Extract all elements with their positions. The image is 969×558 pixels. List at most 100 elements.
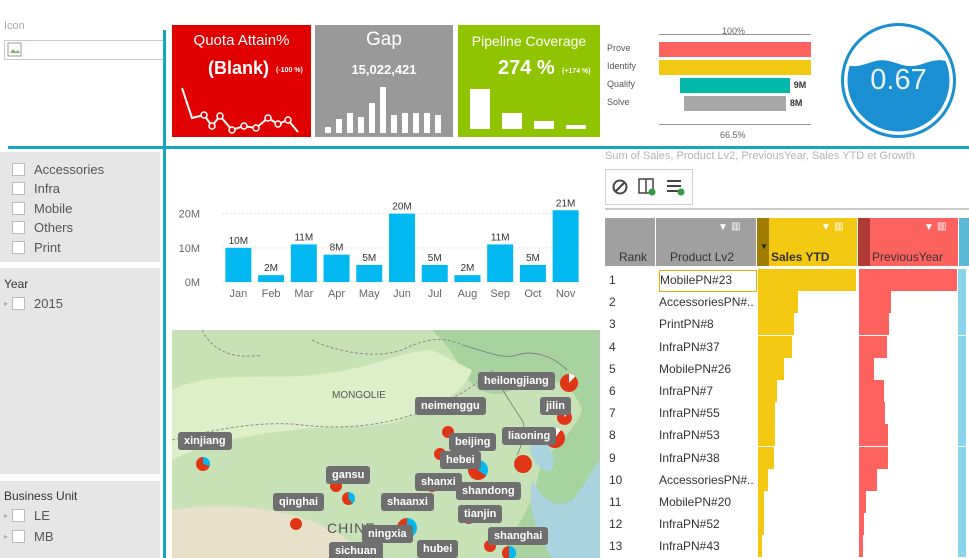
map-label-shanxi[interactable]: shanxi (415, 473, 462, 491)
map-label-beijing[interactable]: beijing (449, 433, 497, 451)
x-tick-label: Sep (490, 288, 510, 300)
map-label-shanghai[interactable]: shanghai (488, 527, 549, 545)
gauge-kpi[interactable]: 0.67 (840, 22, 957, 139)
bar-jul[interactable] (421, 264, 448, 282)
column-header-previous-year[interactable]: PreviousYear ▼ ▥ (858, 218, 958, 266)
kpi-pipeline-coverage[interactable]: Pipeline Coverage 274 % (+174 %) (458, 25, 600, 137)
x-tick-label: Oct (524, 288, 541, 300)
delete-icon[interactable]: ▥ (834, 221, 843, 232)
product-item-accessories[interactable]: Accessories (12, 162, 104, 177)
checkbox[interactable] (12, 297, 26, 310)
table-row[interactable]: 8 InfraPN#53 (605, 424, 966, 447)
checkbox[interactable] (12, 240, 25, 254)
map-pie-marker[interactable] (502, 546, 516, 558)
product-item-infra[interactable]: Infra (12, 181, 60, 196)
column-header-rank[interactable]: Rank (605, 218, 655, 266)
bar-mar[interactable] (290, 244, 317, 282)
product-item-mobile[interactable]: Mobile (12, 201, 72, 216)
bu-item-le[interactable]: ▸ LE (4, 508, 50, 523)
monthly-sales-bar-chart[interactable]: 0M 10M 20M 10M Jan 2M Feb 11M Mar 8M Apr 5M May 20M Ju… (172, 192, 592, 304)
china-map[interactable]: MONGOLIE CHINE heilongjiang jilin neimen… (172, 330, 600, 558)
bar-jun[interactable] (389, 213, 415, 282)
table-row[interactable]: 9 InfraPN#38 (605, 446, 966, 469)
expand-triangle-icon[interactable]: ▸ (4, 299, 8, 308)
map-label-xinjiang[interactable]: xinjiang (178, 432, 232, 450)
map-label-hebei[interactable]: hebei (440, 451, 481, 469)
kpi-quota-attain[interactable]: Quota Attain% (Blank) (-100 %) (172, 25, 311, 137)
checkbox[interactable] (12, 163, 25, 176)
funnel-bar-identify[interactable] (659, 60, 811, 75)
map-label-shandong[interactable]: shandong (456, 482, 521, 500)
cell-sales-ytd-bar (758, 535, 762, 558)
table-view-icon[interactable] (664, 176, 686, 198)
map-label-sichuan[interactable]: sichuan (329, 542, 383, 558)
checkbox[interactable] (12, 509, 26, 522)
year-item-2015[interactable]: ▸ 2015 (4, 296, 63, 311)
map-pie-marker[interactable] (560, 374, 578, 392)
sort-desc-icon[interactable]: ▼ (760, 242, 768, 251)
map-pie-marker[interactable] (290, 518, 302, 530)
bar-may[interactable] (356, 264, 383, 282)
column-header-sales-ytd[interactable]: Sales YTD ▼ ▼ ▥ (757, 218, 857, 266)
focus-mode-icon[interactable] (636, 176, 658, 198)
expand-triangle-icon[interactable]: ▸ (4, 532, 8, 541)
cell-previous-year-bar (859, 269, 957, 291)
map-label-shaanxi[interactable]: shaanxi (381, 493, 434, 511)
checkbox[interactable] (12, 530, 26, 543)
bar-sep[interactable] (487, 244, 514, 282)
filter-icon[interactable]: ▼ (718, 222, 728, 233)
expand-triangle-icon[interactable]: ▸ (4, 511, 8, 520)
table-row[interactable]: 12 InfraPN#52 (605, 513, 966, 536)
checkbox[interactable] (12, 201, 25, 215)
map-pie-marker[interactable] (196, 457, 210, 471)
product-item-print[interactable]: Print (12, 240, 61, 255)
table-row[interactable]: 10 AccessoriesPN#... (605, 468, 966, 491)
table-row[interactable]: 2 AccessoriesPN#... (605, 291, 966, 314)
checkbox[interactable] (12, 221, 25, 235)
delete-icon[interactable]: ▥ (937, 221, 946, 232)
map-label-liaoning[interactable]: liaoning (502, 427, 557, 445)
table-row[interactable]: 1 MobilePN#23 (605, 269, 966, 292)
map-label-neimenggu[interactable]: neimenggu (415, 397, 486, 415)
kpi-gap[interactable]: Gap 15,022,421 (315, 25, 453, 137)
map-pie-marker[interactable] (514, 455, 532, 473)
map-label-hubei[interactable]: hubei (417, 540, 459, 558)
bar-oct[interactable] (519, 264, 546, 282)
bar-nov[interactable] (552, 210, 579, 282)
map-label-ningxia[interactable]: ningxia (362, 525, 413, 543)
column-header-product[interactable]: Product Lv2 ▼ ▥ (656, 218, 756, 266)
filter-icon[interactable]: ▼ (821, 222, 831, 233)
table-row[interactable]: 6 InfraPN#7 (605, 380, 966, 402)
column-header-growth[interactable] (959, 218, 969, 266)
table-row[interactable]: 3 PrintPN#8 (605, 313, 966, 336)
bar-feb[interactable] (258, 275, 285, 282)
cell-rank: 3 (609, 317, 616, 332)
delete-icon[interactable]: ▥ (731, 221, 740, 232)
funnel-bar-qualify[interactable] (680, 78, 790, 93)
map-label-gansu[interactable]: gansu (326, 466, 371, 484)
filter-icon[interactable]: ▼ (924, 222, 934, 233)
table-row[interactable]: 4 InfraPN#37 (605, 335, 966, 358)
table-row[interactable]: 7 InfraPN#55 (605, 402, 966, 425)
table-row[interactable]: 5 MobilePN#26 (605, 357, 966, 380)
bar-jan[interactable] (225, 247, 252, 282)
funnel-chart[interactable]: 100% Prove Identify Qualify 9M Solve 8M 66.5% (604, 20, 824, 145)
table-row[interactable]: 13 InfraPN#43 (605, 535, 966, 558)
cell-previous-year-bar (859, 468, 877, 491)
map-label-heilongjiang[interactable]: heilongjiang (478, 372, 555, 390)
kpi-gap-sparkbars (325, 87, 441, 133)
bar-aug[interactable] (454, 275, 481, 282)
map-label-jilin[interactable]: jilin (540, 397, 571, 415)
map-label-qinghai[interactable]: qinghai (273, 493, 325, 511)
bu-item-mb[interactable]: ▸ MB (4, 529, 54, 544)
bar-apr[interactable] (323, 254, 350, 282)
clear-filter-icon[interactable] (610, 177, 630, 197)
product-item-others[interactable]: Others (12, 220, 73, 235)
checkbox[interactable] (12, 182, 25, 196)
map-pie-marker[interactable] (342, 492, 355, 505)
funnel-bar-solve[interactable] (684, 96, 786, 111)
table-row[interactable]: 11 MobilePN#20 (605, 491, 966, 513)
bar-data-label: 10M (229, 236, 248, 247)
map-label-tianjin[interactable]: tianjin (458, 505, 503, 523)
funnel-bar-prove[interactable] (659, 42, 811, 57)
